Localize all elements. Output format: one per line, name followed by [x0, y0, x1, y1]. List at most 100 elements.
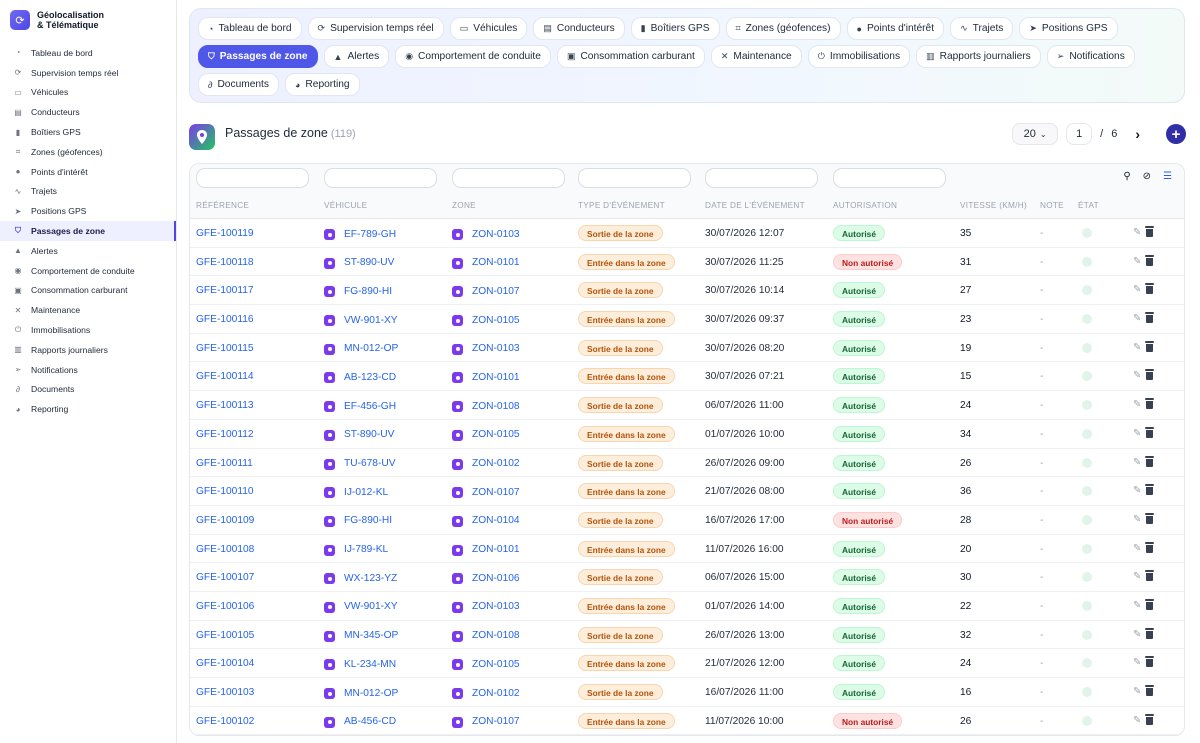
reference-link[interactable]: GFE-100107	[196, 572, 254, 583]
edit-icon[interactable]: ✎	[1133, 428, 1141, 439]
edit-icon[interactable]: ✎	[1133, 514, 1141, 525]
table-row[interactable]: GFE-100118 ST-890-UV ZON-0101 Entrée dans l…	[190, 248, 1184, 277]
edit-icon[interactable]: ✎	[1133, 715, 1141, 726]
tab-conducteurs[interactable]: ▤ Conducteurs	[533, 17, 625, 40]
trash-icon[interactable]	[1145, 312, 1154, 324]
sidebar-item-positions-gps[interactable]: ➤ Positions GPS	[0, 201, 176, 221]
tab-boitiers-gps[interactable]: ▮ Boîtiers GPS	[630, 17, 720, 40]
table-row[interactable]: GFE-100107 WX-123-YZ ZON-0106 Sortie de la …	[190, 563, 1184, 592]
sidebar-item-consommation-carburant[interactable]: ▣ Consommation carburant	[0, 281, 176, 301]
tab-maintenance[interactable]: ✕ Maintenance	[710, 45, 802, 68]
reference-link[interactable]: GFE-100106	[196, 601, 254, 612]
table-row[interactable]: GFE-100104 KL-234-MN ZON-0105 Entrée dans l…	[190, 649, 1184, 678]
edit-icon[interactable]: ✎	[1133, 399, 1141, 410]
reference-link[interactable]: GFE-100111	[196, 458, 253, 469]
table-row[interactable]: GFE-100103 MN-012-OP ZON-0102 Sortie de la …	[190, 678, 1184, 707]
filter-reference[interactable]	[196, 168, 309, 188]
tab-notifications[interactable]: ➢ Notifications	[1046, 45, 1135, 68]
col-zone-header[interactable]: ZONE	[452, 201, 476, 210]
page-number-input[interactable]: 1	[1066, 123, 1093, 145]
sidebar-item-reporting[interactable]: ◕ Reporting	[0, 399, 176, 419]
tab-passages-de-zone[interactable]: ⛉ Passages de zone	[198, 45, 318, 68]
sidebar-item-rapports-journaliers[interactable]: ▥ Rapports journaliers	[0, 340, 176, 360]
trash-icon[interactable]	[1145, 541, 1154, 553]
sidebar-item-tableau-de-bord[interactable]: ◔ Tableau de bord	[0, 43, 176, 63]
edit-icon[interactable]: ✎	[1133, 284, 1141, 295]
vehicle-link[interactable]: MN-012-OP	[324, 687, 398, 699]
filter-vehicle[interactable]	[324, 168, 437, 188]
sidebar-item-boitiers-gps[interactable]: ▮ Boîtiers GPS	[0, 122, 176, 142]
list-view-icon[interactable]: ☰	[1163, 171, 1172, 182]
reference-link[interactable]: GFE-100116	[196, 314, 254, 325]
reference-link[interactable]: GFE-100103	[196, 687, 254, 698]
edit-icon[interactable]: ✎	[1133, 600, 1141, 611]
edit-icon[interactable]: ✎	[1133, 571, 1141, 582]
sidebar-item-supervision-temps-reel[interactable]: ⟳ Supervision temps réel	[0, 63, 176, 83]
trash-icon[interactable]	[1145, 656, 1154, 668]
tab-reporting[interactable]: ◕ Reporting	[284, 73, 360, 96]
col-vehicle-header[interactable]: VÉHICULE	[324, 201, 367, 210]
tab-points-d-interet[interactable]: ● Points d'intérêt	[846, 17, 945, 40]
tab-alertes[interactable]: ▲ Alertes	[323, 45, 390, 68]
reference-link[interactable]: GFE-100105	[196, 630, 254, 641]
edit-icon[interactable]: ✎	[1133, 457, 1141, 468]
sidebar-item-comportement-de-conduite[interactable]: ◉ Comportement de conduite	[0, 261, 176, 281]
reference-link[interactable]: GFE-100115	[196, 343, 254, 354]
zone-link[interactable]: ZON-0105	[452, 314, 520, 327]
table-row[interactable]: GFE-100105 MN-345-OP ZON-0108 Sortie de la …	[190, 621, 1184, 650]
vehicle-link[interactable]: VW-901-XY	[324, 601, 398, 613]
filter-zone[interactable]	[452, 168, 565, 188]
zone-link[interactable]: ZON-0108	[452, 630, 520, 642]
col-event-type-header[interactable]: TYPE D'ÉVÉNEMENT	[578, 201, 665, 210]
search-icon[interactable]: ⚲	[1123, 171, 1130, 182]
tab-rapports-journaliers[interactable]: ▥ Rapports journaliers	[916, 45, 1041, 68]
reference-link[interactable]: GFE-100114	[196, 371, 254, 382]
zone-link[interactable]: ZON-0101	[452, 544, 520, 556]
add-button[interactable]: +	[1166, 124, 1186, 144]
table-row[interactable]: GFE-100111 TU-678-UV ZON-0102 Sortie de la …	[190, 449, 1184, 478]
sidebar-item-documents[interactable]: ∂ Documents	[0, 380, 176, 400]
vehicle-link[interactable]: ST-890-UV	[324, 429, 394, 441]
zone-link[interactable]: ZON-0101	[452, 371, 520, 384]
table-row[interactable]: GFE-100106 VW-901-XY ZON-0103 Entrée dans l…	[190, 592, 1184, 621]
reference-link[interactable]: GFE-100102	[196, 716, 254, 727]
sidebar-item-notifications[interactable]: ➢ Notifications	[0, 360, 176, 380]
vehicle-link[interactable]: TU-678-UV	[324, 458, 396, 470]
zone-link[interactable]: ZON-0103	[452, 228, 520, 240]
reference-link[interactable]: GFE-100104	[196, 658, 254, 669]
trash-icon[interactable]	[1145, 713, 1154, 725]
vehicle-link[interactable]: AB-456-CD	[324, 716, 396, 728]
col-speed-header[interactable]: VITESSE (KM/H)	[960, 201, 1027, 210]
clear-filter-icon[interactable]: ⊘	[1143, 171, 1151, 182]
vehicle-link[interactable]: EF-789-GH	[324, 228, 396, 240]
trash-icon[interactable]	[1145, 254, 1154, 266]
trash-icon[interactable]	[1145, 598, 1154, 610]
col-reference-header[interactable]: RÉFÉRENCE	[196, 201, 249, 210]
edit-icon[interactable]: ✎	[1133, 686, 1141, 697]
table-row[interactable]: GFE-100115 MN-012-OP ZON-0103 Sortie de la …	[190, 334, 1184, 363]
reference-link[interactable]: GFE-100118	[196, 257, 254, 268]
sidebar-item-passages-de-zone[interactable]: ⛉ Passages de zone	[0, 221, 176, 241]
next-page-icon[interactable]: ›	[1135, 126, 1140, 142]
edit-icon[interactable]: ✎	[1133, 657, 1141, 668]
table-row[interactable]: GFE-100113 EF-456-GH ZON-0108 Sortie de la …	[190, 391, 1184, 420]
vehicle-link[interactable]: ST-890-UV	[324, 257, 394, 269]
tab-consommation-carburant[interactable]: ▣ Consommation carburant	[556, 45, 705, 68]
zone-link[interactable]: ZON-0103	[452, 343, 520, 355]
tab-positions-gps[interactable]: ➤ Positions GPS	[1019, 17, 1118, 40]
vehicle-link[interactable]: EF-456-GH	[324, 400, 396, 413]
zone-link[interactable]: ZON-0105	[452, 429, 520, 441]
vehicle-link[interactable]: IJ-012-KL	[324, 486, 388, 499]
col-event-date-header[interactable]: DATE DE L'ÉVÉNEMENT	[705, 201, 805, 210]
zone-link[interactable]: ZON-0103	[452, 601, 520, 613]
edit-icon[interactable]: ✎	[1133, 342, 1141, 353]
table-row[interactable]: GFE-100110 IJ-012-KL ZON-0107 Entrée dans l…	[190, 477, 1184, 506]
tab-immobilisations[interactable]: ⏻ Immobilisations	[807, 45, 911, 68]
filter-authorization[interactable]	[833, 168, 946, 188]
vehicle-link[interactable]: WX-123-YZ	[324, 572, 397, 585]
tab-supervision-temps-reel[interactable]: ⟳ Supervision temps réel	[307, 17, 444, 40]
sidebar-item-zones-geofences[interactable]: ⌗ Zones (géofences)	[0, 142, 176, 162]
trash-icon[interactable]	[1145, 369, 1154, 381]
table-row[interactable]: GFE-100109 FG-890-HI ZON-0104 Sortie de la …	[190, 506, 1184, 535]
zone-link[interactable]: ZON-0107	[452, 716, 520, 728]
